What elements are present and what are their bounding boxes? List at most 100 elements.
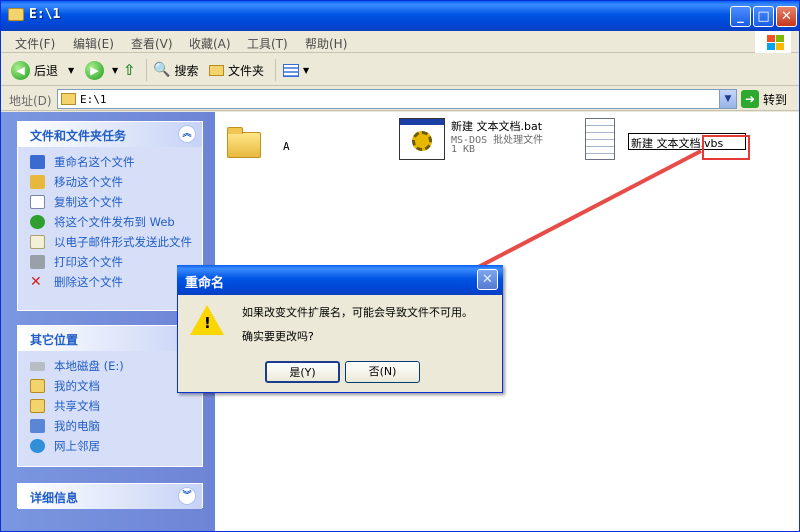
folder-item[interactable]: A [225,120,345,170]
other-places-header[interactable]: 其它位置 [18,326,202,351]
place-label: 网上邻居 [54,439,100,453]
views-button[interactable]: ▼ [283,59,309,81]
go-button[interactable]: ➜ 转到 [741,90,787,108]
search-button[interactable]: 🔍 搜索 [153,59,198,81]
title-bar[interactable]: E:\1 _ □ ✕ [1,1,799,31]
copy-icon [30,195,45,209]
other-places-title: 其它位置 [30,333,79,347]
collapse-icon[interactable]: ︽ [178,125,196,143]
views-dropdown-icon: ▼ [303,65,310,75]
menu-help[interactable]: 帮助(H) [305,35,347,52]
forward-dropdown-icon[interactable]: ▼ [112,66,118,75]
task-label: 删除这个文件 [54,275,123,289]
menu-file[interactable]: 文件(F) [15,35,55,52]
email-icon [30,235,45,249]
go-arrow-icon: ➜ [741,90,759,108]
place-my-documents[interactable]: 我的文档 [18,379,202,393]
folder-icon [8,8,24,21]
dialog-title-bar[interactable]: 重命名 [177,265,503,295]
place-shared-documents[interactable]: 共享文档 [18,399,202,413]
maximize-button[interactable]: □ [753,6,774,27]
task-label: 将这个文件发布到 Web [54,215,175,229]
annotation-highlight-box [702,135,750,160]
expand-icon[interactable]: ︾ [178,487,196,505]
task-print[interactable]: 打印这个文件 [18,255,202,269]
up-folder-icon: ⇧ [123,61,136,79]
network-icon [30,439,45,453]
folders-button[interactable]: 文件夹 [209,59,264,81]
shared-folder-icon [30,399,45,413]
search-icon: 🔍 [153,62,171,78]
task-delete[interactable]: ✕ 删除这个文件 [18,275,202,289]
no-button[interactable]: 否(N) [345,361,420,383]
task-label: 复制这个文件 [54,195,123,209]
minimize-button[interactable]: _ [730,6,751,27]
address-input[interactable]: E:\1 ▼ [57,89,737,109]
views-icon [283,63,299,77]
printer-icon [30,255,45,269]
text-document-icon [585,118,615,160]
menu-view[interactable]: 查看(V) [131,35,173,52]
address-value: E:\1 [80,93,107,106]
yes-button[interactable]: 是(Y) [265,361,340,383]
file-size: 1 KB [451,144,476,155]
address-bar: 地址(D) E:\1 ▼ ➜ 转到 [1,87,799,111]
move-icon [30,175,45,189]
dialog-message: 如果改变文件扩展名，可能会导致文件不可用。 [242,306,473,319]
globe-icon [30,215,45,229]
task-copy[interactable]: 复制这个文件 [18,195,202,209]
file-tasks-header[interactable]: 文件和文件夹任务 ︽ [18,122,202,147]
rename-icon [30,155,45,169]
file-item-bat[interactable]: 新建 文本文档.bat MS-DOS 批处理文件 1 KB [397,116,567,166]
rename-dialog: 重命名 ✕ ! 如果改变文件扩展名，可能会导致文件不可用。 确实要更改吗? 是(… [177,265,503,393]
batch-file-icon [399,118,445,160]
back-label: 后退 [34,63,59,78]
back-button[interactable]: ◀ 后退 ▼ [11,59,74,81]
delete-x-icon: ✕ [30,274,42,290]
task-label: 以电子邮件形式发送此文件 [54,235,192,249]
file-tasks-panel: 文件和文件夹任务 ︽ 重命名这个文件 移动这个文件 复制这个文件 将这个文件发布… [17,121,203,311]
folder-icon [227,127,261,158]
dialog-question: 确实要更改吗? [242,330,314,343]
menu-favorites[interactable]: 收藏(A) [189,35,231,52]
other-places-panel: 其它位置 本地磁盘 (E:) 我的文档 共享文档 我的电脑 网上邻居 [17,325,203,467]
place-label: 我的电脑 [54,419,100,433]
folders-label: 文件夹 [228,63,265,78]
place-my-computer[interactable]: 我的电脑 [18,419,202,433]
up-button[interactable]: ⇧ [123,59,136,81]
drive-icon [30,362,45,371]
menu-tools[interactable]: 工具(T) [247,35,288,52]
address-label: 地址(D) [9,94,52,108]
details-header[interactable]: 详细信息 ︾ [18,484,202,509]
dialog-close-button[interactable]: ✕ [477,269,498,290]
details-title: 详细信息 [30,491,79,505]
place-label: 我的文档 [54,379,100,393]
file-name: A [283,140,290,153]
window-title: E:\1 [29,7,61,22]
back-arrow-icon: ◀ [11,60,30,80]
menu-edit[interactable]: 编辑(E) [73,35,114,52]
address-dropdown-icon[interactable]: ▼ [719,90,736,108]
task-label: 移动这个文件 [54,175,123,189]
place-network[interactable]: 网上邻居 [18,439,202,453]
details-panel: 详细信息 ︾ [17,483,203,509]
task-label: 重命名这个文件 [54,155,135,169]
close-button[interactable]: ✕ [776,6,797,27]
forward-button[interactable]: ▶ ▼ [85,59,118,81]
task-publish[interactable]: 将这个文件发布到 Web [18,215,202,229]
search-label: 搜索 [174,63,199,78]
place-label: 本地磁盘 (E:) [54,359,124,373]
windows-logo-icon [755,31,791,53]
file-tasks-title: 文件和文件夹任务 [30,129,127,143]
place-local-disk[interactable]: 本地磁盘 (E:) [18,359,202,373]
folder-icon [61,93,76,105]
back-dropdown-icon[interactable]: ▼ [68,66,74,75]
task-move[interactable]: 移动这个文件 [18,175,202,189]
my-documents-icon [30,379,45,393]
place-label: 共享文档 [54,399,100,413]
task-rename[interactable]: 重命名这个文件 [18,155,202,169]
dialog-title: 重命名 [185,276,225,291]
explorer-window: E:\1 _ □ ✕ 文件(F) 编辑(E) 查看(V) 收藏(A) 工具(T)… [0,0,800,532]
task-email[interactable]: 以电子邮件形式发送此文件 [18,235,202,249]
toolbar: ◀ 后退 ▼ ▶ ▼ ⇧ 🔍 搜索 文件夹 ▼ [1,54,799,86]
